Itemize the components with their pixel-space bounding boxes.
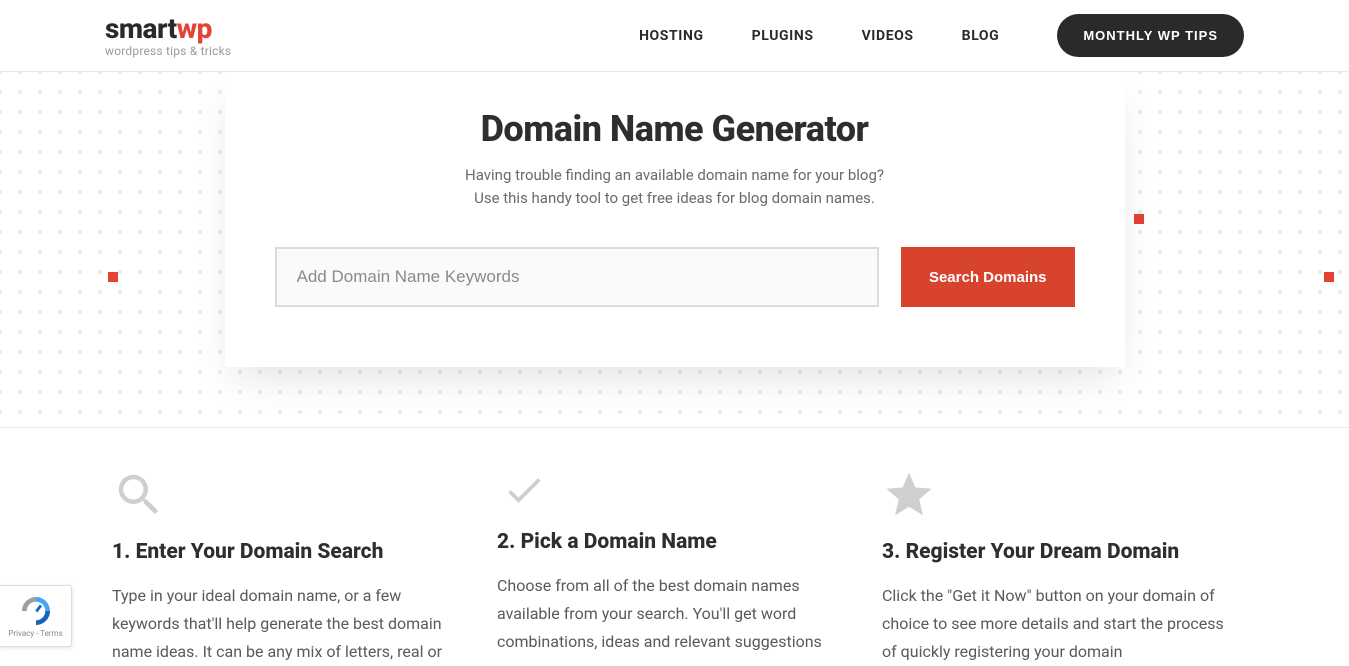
step-1: 1. Enter Your Domain Search Type in your… (112, 468, 467, 666)
step-title: 3. Register Your Dream Domain (882, 540, 1237, 564)
recaptcha-links[interactable]: Privacy - Terms (8, 629, 62, 638)
monthly-tips-button[interactable]: MONTHLY WP TIPS (1057, 14, 1244, 57)
recaptcha-badge[interactable]: Privacy - Terms (0, 585, 72, 647)
nav-videos[interactable]: VIDEOS (862, 28, 914, 44)
logo-text-smart: smart (105, 12, 177, 45)
star-icon (882, 468, 1237, 522)
recaptcha-icon (20, 595, 52, 627)
nav-blog[interactable]: BLOG (962, 28, 1000, 44)
steps-section: 1. Enter Your Domain Search Type in your… (0, 428, 1349, 666)
nav-plugins[interactable]: PLUGINS (752, 28, 814, 44)
page-subtitle-line1: Having trouble finding an available doma… (275, 164, 1075, 187)
logo-text: smartwp (105, 15, 231, 43)
search-row: Search Domains (275, 247, 1075, 307)
logo-tagline: wordpress tips & tricks (105, 45, 231, 57)
accent-dot-icon (1324, 272, 1334, 282)
nav-hosting[interactable]: HOSTING (639, 28, 704, 44)
check-icon (497, 468, 852, 512)
page-title: Domain Name Generator (275, 108, 1075, 150)
step-2: 2. Pick a Domain Name Choose from all of… (497, 468, 852, 666)
accent-dot-icon (108, 272, 118, 282)
step-title: 2. Pick a Domain Name (497, 530, 852, 554)
logo[interactable]: smartwp wordpress tips & tricks (105, 15, 231, 57)
step-text: Type in your ideal domain name, or a few… (112, 582, 467, 666)
hero-section: Domain Name Generator Having trouble fin… (0, 72, 1349, 428)
logo-text-wp: wp (177, 12, 212, 45)
domain-keywords-input[interactable] (275, 247, 879, 307)
search-domains-button[interactable]: Search Domains (901, 247, 1075, 307)
page-subtitle-line2: Use this handy tool to get free ideas fo… (275, 187, 1075, 210)
step-3: 3. Register Your Dream Domain Click the … (882, 468, 1237, 666)
generator-card: Domain Name Generator Having trouble fin… (225, 72, 1125, 367)
accent-dot-icon (1134, 214, 1144, 224)
step-text: Click the "Get it Now" button on your do… (882, 582, 1237, 666)
step-text: Choose from all of the best domain names… (497, 572, 852, 656)
main-nav: HOSTING PLUGINS VIDEOS BLOG MONTHLY WP T… (639, 14, 1244, 57)
step-title: 1. Enter Your Domain Search (112, 540, 467, 564)
search-icon (112, 468, 467, 522)
site-header: smartwp wordpress tips & tricks HOSTING … (0, 0, 1349, 72)
